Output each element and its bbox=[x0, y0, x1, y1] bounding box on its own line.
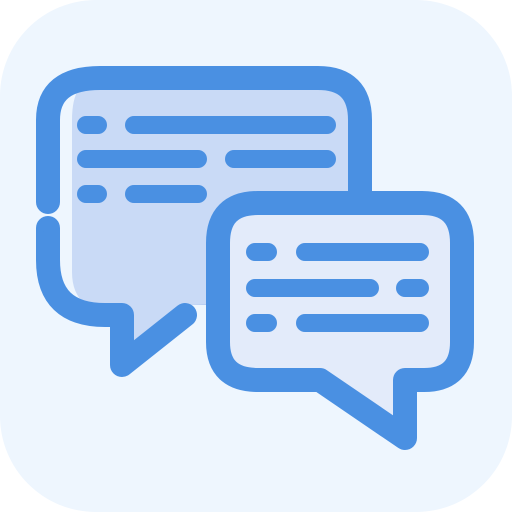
back-bubble-dot bbox=[43, 224, 53, 234]
app-icon bbox=[0, 0, 512, 512]
chat-bubbles-icon bbox=[0, 0, 512, 512]
